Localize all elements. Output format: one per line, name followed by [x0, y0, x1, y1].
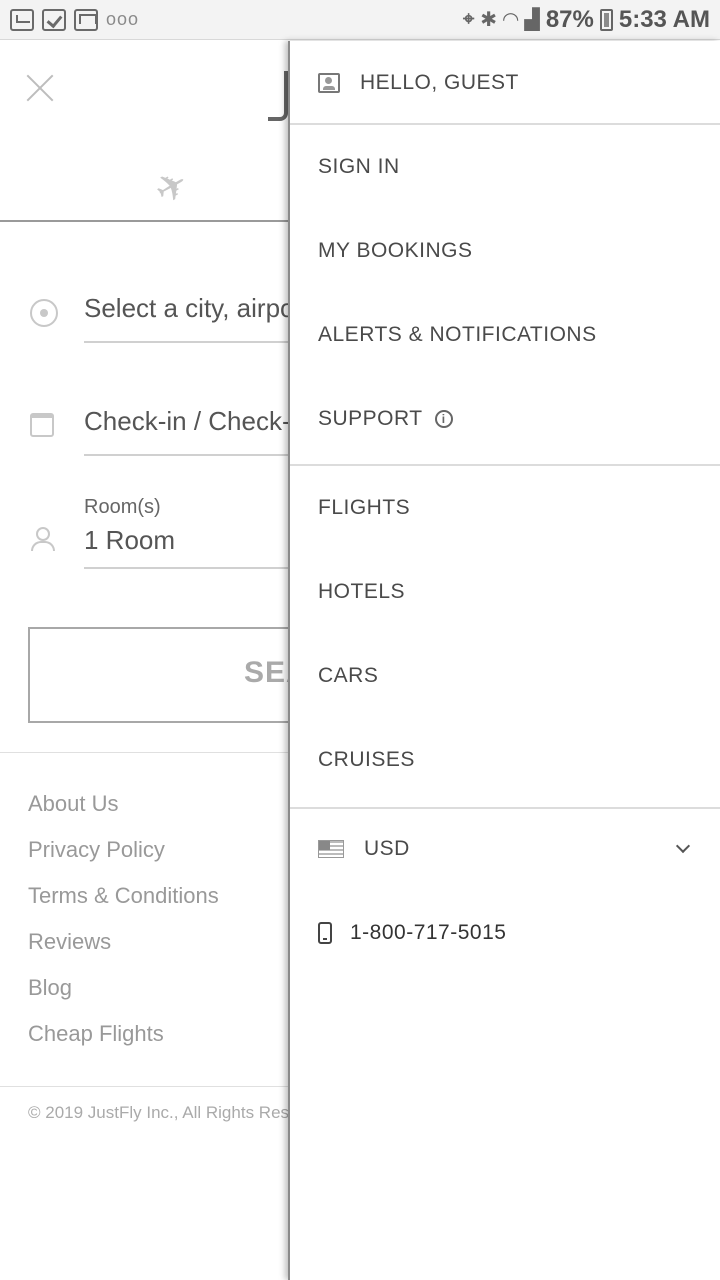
- phone-number: 1-800-717-5015: [350, 921, 507, 944]
- sign-in-link[interactable]: SIGN IN: [318, 155, 400, 179]
- my-bookings-link[interactable]: MY BOOKINGS: [318, 239, 472, 263]
- rooms-label: Room(s): [84, 496, 161, 518]
- support-label: SUPPORT: [318, 407, 423, 430]
- location-target-icon: [30, 299, 58, 327]
- greeting-label: HELLO, GUEST: [360, 71, 519, 94]
- footer-links: About Us Privacy Policy Terms & Conditio…: [28, 791, 219, 1067]
- cruises-link[interactable]: CRUISES: [318, 748, 415, 772]
- guest-icon: [30, 527, 55, 551]
- wifi-icon: ◠: [503, 9, 519, 31]
- status-bar: ooo ⌖ ✱ ◠ ▟ 87% 5:33 AM: [0, 0, 720, 40]
- logo: [268, 71, 288, 121]
- battery-icon: [599, 8, 613, 31]
- task-notification-icon: [42, 8, 66, 31]
- dates-input[interactable]: Check-in / Check-out: [84, 406, 294, 456]
- clock: 5:33 AM: [618, 5, 710, 33]
- footer-link-cheap-flights[interactable]: Cheap Flights: [28, 1021, 219, 1067]
- cars-link[interactable]: CARS: [318, 664, 378, 688]
- info-icon: i: [434, 410, 453, 428]
- us-flag-icon: [318, 840, 344, 858]
- hotels-link[interactable]: HOTELS: [318, 580, 405, 604]
- battery-percent: 87%: [545, 5, 594, 33]
- flight-tab-plane-icon[interactable]: ✈: [147, 160, 197, 215]
- divider: [290, 123, 720, 125]
- search-button[interactable]: SEARCH: [28, 627, 376, 723]
- footer-link-reviews[interactable]: Reviews: [28, 929, 219, 975]
- phone-link[interactable]: 1-800-717-5015: [318, 921, 506, 945]
- currency-label: USD: [364, 837, 410, 860]
- phone-icon: [318, 922, 332, 944]
- footer-link-blog[interactable]: Blog: [28, 975, 219, 1021]
- footer-link-privacy[interactable]: Privacy Policy: [28, 837, 219, 883]
- user-icon: [318, 73, 340, 93]
- close-icon[interactable]: [26, 73, 56, 103]
- divider: [290, 807, 720, 809]
- destination-input[interactable]: Select a city, airport: [84, 293, 294, 343]
- divider: [290, 464, 720, 466]
- location-icon: ⌖: [463, 8, 475, 30]
- footer-link-terms[interactable]: Terms & Conditions: [28, 883, 219, 929]
- greeting: HELLO, GUEST: [318, 71, 519, 95]
- footer-link-about[interactable]: About Us: [28, 791, 219, 837]
- calendar-icon: [30, 413, 54, 437]
- signal-icon: ▟: [524, 9, 540, 31]
- more-notifications-icon: ooo: [106, 9, 140, 29]
- support-link[interactable]: SUPPORT i: [318, 407, 453, 431]
- bluetooth-icon: ✱: [480, 9, 498, 31]
- gmail-notification-icon: [74, 8, 98, 31]
- flights-link[interactable]: FLIGHTS: [318, 496, 410, 520]
- message-notification-icon: [10, 8, 34, 31]
- navigation-drawer: HELLO, GUEST SIGN IN MY BOOKINGS ALERTS …: [288, 41, 720, 1280]
- copyright: © 2019 JustFly Inc., All Rights Reserved: [28, 1103, 288, 1122]
- currency-selector[interactable]: USD: [318, 837, 698, 861]
- alerts-notifications-link[interactable]: ALERTS & NOTIFICATIONS: [318, 323, 597, 347]
- rooms-selector[interactable]: 1 Room: [84, 525, 294, 569]
